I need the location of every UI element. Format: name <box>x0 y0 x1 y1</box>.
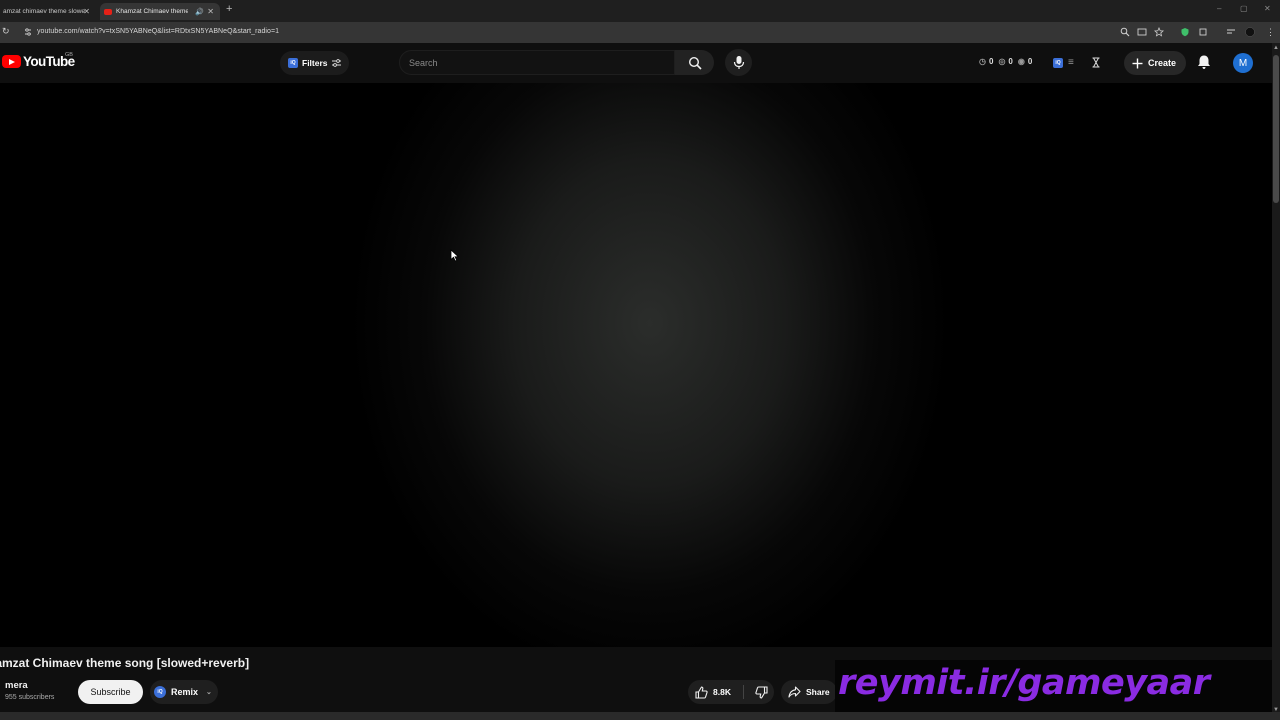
youtube-masthead: YouTube GB iQ Filters ◷ 0 ◎ 0 ◉ 0 <box>0 43 1272 83</box>
notifications-bell-icon[interactable] <box>1197 54 1211 70</box>
create-button[interactable]: Create <box>1124 51 1187 75</box>
page-scrollbar[interactable]: ▲ ▼ <box>1272 43 1280 720</box>
watermark-overlay: reymit.ir/gameyaar <box>835 660 1272 712</box>
remix-button[interactable]: iQ Remix ⌄ <box>150 680 218 704</box>
youtube-logo[interactable]: YouTube <box>2 54 75 69</box>
mouse-cursor-icon <box>450 249 459 262</box>
video-player[interactable] <box>0 83 1272 647</box>
clock-icon: ◷ <box>979 57 986 66</box>
search-box <box>399 50 675 75</box>
thumbs-down-icon <box>754 685 768 699</box>
url-field[interactable]: youtube.com/watch?v=txSN5YABNeQ&list=RDt… <box>37 28 279 35</box>
filters-button[interactable]: iQ Filters <box>280 51 349 75</box>
youtube-favicon-icon <box>104 8 112 15</box>
stat-value: 0 <box>1027 57 1033 66</box>
search-button[interactable] <box>675 50 714 75</box>
sliders-icon <box>331 59 341 67</box>
divider <box>743 685 744 699</box>
share-label: Share <box>806 687 830 697</box>
reload-icon[interactable]: ↻ <box>2 26 10 37</box>
country-code: GB <box>65 52 73 58</box>
minimize-icon[interactable]: – <box>1217 4 1221 13</box>
remix-label: Remix <box>171 687 199 697</box>
channel-name[interactable]: mera <box>5 680 28 691</box>
extension-stats: ◷ 0 ◎ 0 ◉ 0 <box>977 57 1032 66</box>
thumbs-up-icon <box>695 685 708 699</box>
zoom-icon[interactable] <box>1120 27 1130 37</box>
eye-icon: ◎ <box>998 57 1006 66</box>
like-count: 8.8K <box>713 687 731 697</box>
browser-tab-strip: amzat chimaev theme slowe ✕ Khamzat Chim… <box>0 0 1280 22</box>
new-tab-icon[interactable]: + <box>226 3 232 15</box>
close-icon[interactable]: ✕ <box>207 7 214 16</box>
address-bar: ↻ youtube.com/watch?v=txSN5YABNeQ&list=R… <box>0 22 1280 43</box>
plus-icon <box>1132 58 1143 68</box>
subscribe-button[interactable]: Subscribe <box>78 680 143 704</box>
speaker-icon[interactable]: 🔊 <box>195 8 204 16</box>
stat-value: 0 <box>1008 57 1013 66</box>
iq-extension-icon[interactable]: iQ <box>1053 58 1063 68</box>
scrollbar-thumb[interactable] <box>1273 55 1279 203</box>
search-icon <box>688 56 702 70</box>
like-button[interactable]: 8.8K <box>688 680 740 704</box>
tab-title: Khamzat Chimaev theme s <box>116 8 188 15</box>
tab-title: amzat chimaev theme slowe <box>3 8 86 15</box>
eye-off-icon: ◉ <box>1017 57 1025 66</box>
filters-label: Filters <box>302 58 328 68</box>
dislike-button[interactable] <box>748 680 774 704</box>
stat-value: 0 <box>988 57 994 66</box>
share-button[interactable]: Share <box>781 680 837 704</box>
like-dislike-group: 8.8K <box>688 680 774 704</box>
extensions-puzzle-icon[interactable] <box>1198 27 1208 37</box>
profile-icon[interactable] <box>1245 27 1255 37</box>
scroll-up-icon[interactable]: ▲ <box>1273 45 1279 51</box>
iq-extension-icon: iQ <box>288 58 298 68</box>
microphone-icon <box>733 56 744 69</box>
list-extension-icon[interactable]: ≡ <box>1068 57 1074 68</box>
subscriber-count: 955 subscribers <box>5 694 55 701</box>
browser-tab[interactable]: amzat chimaev theme slowe ✕ <box>0 3 96 20</box>
create-label: Create <box>1148 58 1177 68</box>
bookmark-star-icon[interactable] <box>1154 27 1164 37</box>
tab-search-icon[interactable] <box>1226 27 1236 37</box>
youtube-play-icon <box>2 55 21 68</box>
site-info-icon[interactable] <box>23 27 33 37</box>
shield-extension-icon[interactable] <box>1180 27 1190 37</box>
voice-search-button[interactable] <box>725 49 752 76</box>
maximize-icon[interactable]: ▢ <box>1240 4 1248 13</box>
bottom-strip <box>0 712 1280 720</box>
watermark-text: reymit.ir/gameyaar <box>838 663 1210 703</box>
browser-tab-active[interactable]: Khamzat Chimaev theme s 🔊 ✕ <box>100 3 220 20</box>
window-close-icon[interactable]: ✕ <box>1264 4 1271 13</box>
avatar[interactable]: M <box>1233 53 1253 73</box>
close-icon[interactable]: ✕ <box>83 7 90 16</box>
browser-menu-icon[interactable]: ⋮ <box>1266 27 1276 37</box>
chevron-down-icon: ⌄ <box>206 689 212 696</box>
share-icon <box>788 686 801 698</box>
search-input[interactable] <box>400 51 674 74</box>
iq-extension-icon: iQ <box>154 686 166 698</box>
cast-icon[interactable] <box>1137 27 1147 37</box>
video-title: hamzat Chimaev theme song [slowed+reverb… <box>0 656 250 670</box>
hourglass-icon[interactable] <box>1091 57 1101 68</box>
